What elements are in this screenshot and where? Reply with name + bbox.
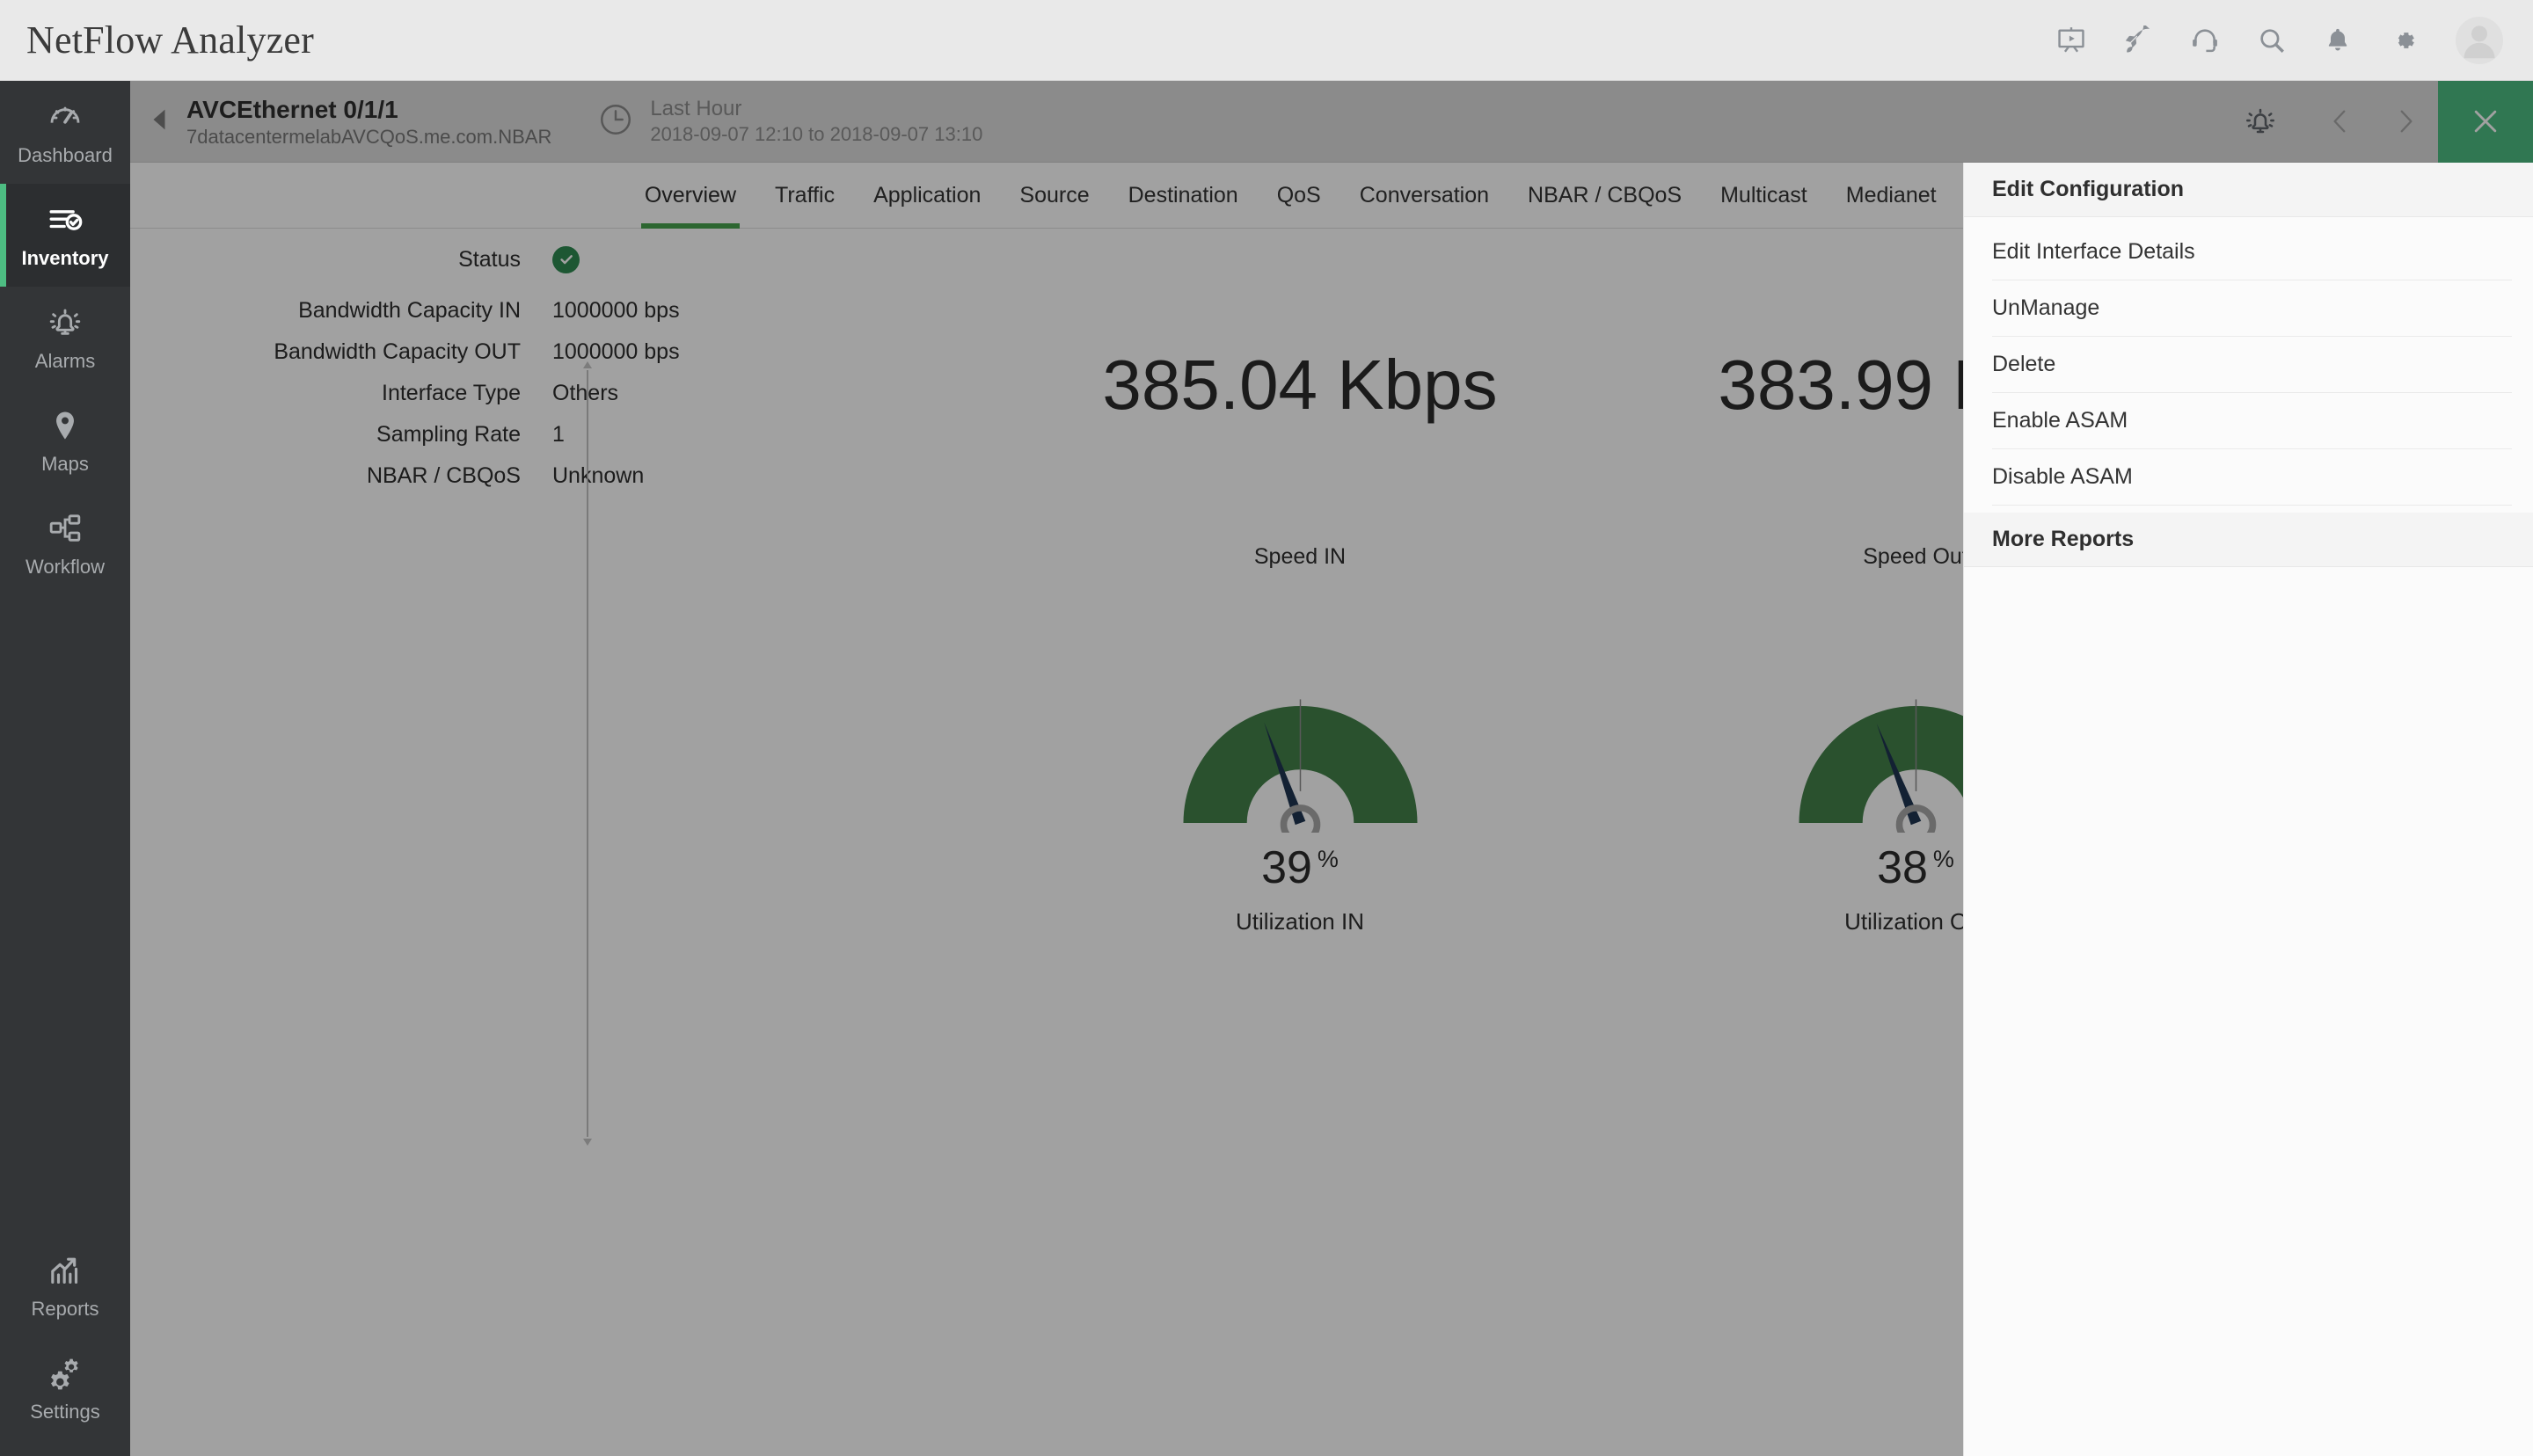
tab-multicast[interactable]: Multicast [1701, 163, 1827, 229]
alarm-bell-icon [47, 303, 83, 342]
speed-in-label: Speed IN [992, 544, 1608, 570]
alarm-settings-icon[interactable] [2213, 81, 2308, 163]
breadcrumb-titles: AVCEthernet 0/1/1 7datacentermelabAVCQoS… [186, 94, 551, 149]
reports-chart-icon [47, 1251, 83, 1290]
detail-label: Sampling Rate [130, 422, 552, 448]
detail-label: Bandwidth Capacity OUT [130, 339, 552, 365]
tab-destination[interactable]: Destination [1109, 163, 1258, 229]
page-title: AVCEthernet 0/1/1 [186, 94, 551, 125]
sidebar-item-inventory[interactable]: Inventory [0, 184, 130, 287]
tab-source[interactable]: Source [1000, 163, 1108, 229]
back-triangle-icon[interactable] [150, 108, 169, 135]
notification-bell-icon[interactable] [2324, 26, 2352, 55]
sidebar-item-reports[interactable]: Reports [0, 1234, 130, 1337]
application-top-bar: NetFlow Analyzer [0, 0, 2533, 81]
breadcrumb-action-group [2213, 81, 2533, 163]
sidebar-item-workflow[interactable]: Workflow [0, 492, 130, 595]
detail-label: Interface Type [130, 381, 552, 406]
detail-row-bandwidth-in: Bandwidth Capacity IN 1000000 bps [130, 290, 992, 331]
speed-in-block: 385.04 Kbps Speed IN [992, 345, 1608, 570]
settings-gear-icon[interactable] [2389, 25, 2419, 55]
inventory-list-icon [47, 200, 84, 239]
sidebar-item-maps[interactable]: Maps [0, 389, 130, 492]
status-badge [552, 246, 580, 273]
sidebar-item-dashboard[interactable]: Dashboard [0, 81, 130, 184]
edit-configuration-panel: Edit Configuration Edit Interface Detail… [1963, 163, 2533, 1456]
gauge-out-unit: % [1933, 846, 1954, 872]
status-ok-check-icon [552, 246, 580, 273]
sidebar-item-label: Inventory [21, 247, 108, 270]
detail-value: Unknown [552, 463, 644, 489]
detail-row-status: Status [130, 229, 992, 290]
topbar-icon-group [2056, 17, 2503, 64]
gauge-in-dial [1175, 696, 1426, 833]
map-pin-icon [48, 406, 82, 445]
panel-section-heading-edit-configuration: Edit Configuration [1964, 163, 2533, 217]
search-icon[interactable] [2257, 25, 2287, 55]
more-reports-menu [1964, 567, 2533, 581]
menu-item-disable-asam[interactable]: Disable ASAM [1992, 449, 2512, 506]
detail-row-nbar-cbqos: NBAR / CBQoS Unknown [130, 455, 992, 497]
gauge-utilization-in: 39% Utilization IN [992, 696, 1608, 935]
sidebar-item-label: Reports [31, 1298, 99, 1321]
close-panel-button[interactable] [2438, 81, 2533, 163]
tab-conversation[interactable]: Conversation [1340, 163, 1508, 229]
sidebar-item-label: Alarms [35, 350, 95, 373]
menu-item-unmanage[interactable]: UnManage [1992, 280, 2512, 337]
next-button[interactable] [2373, 81, 2438, 163]
tab-qos[interactable]: QoS [1258, 163, 1340, 229]
rocket-icon[interactable] [2123, 25, 2153, 55]
speed-in-value: 385.04 Kbps [992, 345, 1608, 426]
page-subtitle: 7datacentermelabAVCQoS.me.com.NBAR [186, 125, 551, 149]
sidebar-item-alarms[interactable]: Alarms [0, 287, 130, 389]
sidebar-item-label: Dashboard [18, 144, 113, 167]
gauge-out-value-row: 38% [1877, 841, 1954, 894]
user-avatar[interactable] [2456, 17, 2503, 64]
gauge-in-unit: % [1318, 846, 1339, 872]
time-range-value: 2018-09-07 12:10 to 2018-09-07 13:10 [650, 123, 982, 145]
sidebar-item-label: Workflow [26, 556, 105, 579]
detail-value: 1 [552, 422, 565, 448]
gauge-in-value: 39 [1261, 842, 1312, 893]
presentation-icon[interactable] [2056, 25, 2086, 55]
interface-details-table: Status Bandwidth Capacity IN 1000000 bps… [130, 229, 992, 497]
detail-row-bandwidth-out: Bandwidth Capacity OUT 1000000 bps [130, 331, 992, 373]
time-range-selector[interactable]: Last Hour 2018-09-07 12:10 to 2018-09-07… [597, 95, 982, 148]
menu-item-edit-interface-details[interactable]: Edit Interface Details [1992, 224, 2512, 280]
detail-value: 1000000 bps [552, 339, 680, 365]
sidebar-item-label: Settings [30, 1401, 100, 1423]
menu-item-delete[interactable]: Delete [1992, 337, 2512, 393]
primary-sidebar: Dashboard Inventory Alarms [0, 81, 130, 1456]
time-range-label: Last Hour [650, 97, 741, 120]
gauge-in-label: Utilization IN [1236, 908, 1364, 935]
sidebar-item-settings[interactable]: Settings [0, 1337, 130, 1440]
detail-value: 1000000 bps [552, 298, 680, 324]
detail-label: Bandwidth Capacity IN [130, 298, 552, 324]
panel-section-heading-more-reports: More Reports [1964, 513, 2533, 567]
app-title: NetFlow Analyzer [26, 18, 314, 62]
sidebar-item-label: Maps [41, 453, 89, 476]
clock-icon [597, 101, 634, 142]
workflow-nodes-icon [47, 509, 83, 548]
prev-button[interactable] [2308, 81, 2373, 163]
detail-label: Status [130, 247, 552, 273]
tab-nbar-cbqos[interactable]: NBAR / CBQoS [1508, 163, 1701, 229]
tab-overview[interactable]: Overview [625, 163, 756, 229]
detail-label: NBAR / CBQoS [130, 463, 552, 489]
menu-item-enable-asam[interactable]: Enable ASAM [1992, 393, 2512, 449]
edit-configuration-menu: Edit Interface Details UnManage Delete E… [1964, 217, 2533, 513]
detail-row-sampling-rate: Sampling Rate 1 [130, 414, 992, 455]
tab-medianet[interactable]: Medianet [1827, 163, 1956, 229]
gauge-out-value: 38 [1877, 842, 1928, 893]
support-headset-icon[interactable] [2190, 25, 2220, 55]
settings-gears-icon [47, 1354, 84, 1393]
gauge-in-value-row: 39% [1261, 841, 1339, 894]
sidebar-bottom-group: Reports Settings [0, 1234, 130, 1440]
panel-resize-handle[interactable] [582, 358, 593, 1149]
detail-row-interface-type: Interface Type Others [130, 373, 992, 414]
speedometer-icon [47, 98, 83, 136]
tab-traffic[interactable]: Traffic [756, 163, 854, 229]
breadcrumb-bar: AVCEthernet 0/1/1 7datacentermelabAVCQoS… [130, 81, 2533, 163]
tab-application[interactable]: Application [854, 163, 1000, 229]
